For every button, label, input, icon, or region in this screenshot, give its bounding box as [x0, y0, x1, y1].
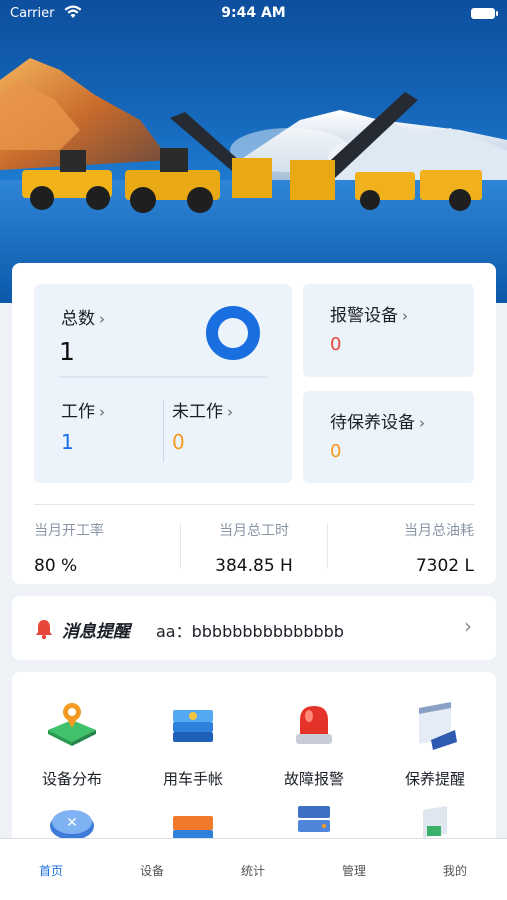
- working-value: 1: [61, 430, 74, 454]
- feature-label: 用车手帐: [162, 770, 223, 788]
- message-title: 消息提醒: [62, 622, 130, 642]
- battery-icon: [471, 8, 498, 19]
- alarm-device-panel[interactable]: 报警设备 › 0: [303, 284, 474, 377]
- feature-fault-alarm[interactable]: 故障报警: [254, 694, 374, 789]
- alarm-label: 报警设备: [330, 306, 398, 326]
- divider: [34, 504, 474, 505]
- map-location-icon: [48, 703, 96, 746]
- maintenance-value: 0: [330, 441, 342, 462]
- status-bar: Carrier 9:44 AM: [0, 0, 507, 30]
- metric-label: 当月总工时: [219, 523, 289, 539]
- books-icon: [173, 710, 213, 742]
- metric-value: 80 %: [34, 556, 78, 576]
- feature-label: 故障报警: [283, 770, 344, 788]
- metric-label: 当月开工率: [34, 523, 104, 539]
- metric-fuel: 当月总油耗 7302 L: [334, 520, 474, 576]
- chevron-right-icon: ›: [99, 403, 105, 421]
- idle-label: 未工作: [172, 402, 223, 422]
- hero-banner[interactable]: [0, 0, 507, 303]
- hero-illustration: [0, 58, 507, 303]
- tab-home[interactable]: 首页: [1, 862, 101, 879]
- maintenance-device-panel[interactable]: 待保养设备 › 0: [303, 391, 474, 483]
- device-stats-card: 总数 › 1 工作 › 1 未工作 › 0 报警设备 › 0 待保养设备 › 0 当月开工…: [12, 263, 496, 584]
- alarm-link[interactable]: 报警设备 ›: [330, 301, 408, 326]
- message-notice-bar[interactable]: 消息提醒 aa：bbbbbbbbbbbbbbb ›: [12, 596, 496, 660]
- total-link[interactable]: 总数 ›: [61, 304, 105, 329]
- tab-devices[interactable]: 设备: [102, 862, 202, 879]
- alarm-light-icon: [296, 706, 332, 744]
- idle-link[interactable]: 未工作 ›: [172, 397, 233, 422]
- total-label: 总数: [61, 309, 95, 329]
- message-text: aa：bbbbbbbbbbbbbbb: [156, 622, 344, 641]
- divider: [327, 523, 328, 569]
- chevron-right-icon: ›: [419, 414, 425, 432]
- feature-label: 设备分布: [41, 770, 102, 788]
- alarm-value: 0: [330, 334, 342, 355]
- maintenance-link[interactable]: 待保养设备 ›: [330, 408, 425, 433]
- feature-device-distribution[interactable]: 设备分布: [12, 694, 132, 789]
- maintenance-label: 待保养设备: [330, 413, 415, 433]
- feature-vehicle-log[interactable]: 用车手帐: [133, 694, 253, 789]
- metric-work-hours: 当月总工时 384.85 H: [184, 520, 324, 576]
- chevron-right-icon: ›: [99, 310, 105, 328]
- feature-label: 保养提醒: [404, 770, 465, 788]
- svg-text:✕: ✕: [66, 815, 78, 831]
- chevron-right-icon: ›: [227, 403, 233, 421]
- chevron-right-icon: ›: [402, 307, 408, 325]
- calendar-icon: [419, 702, 457, 750]
- working-link[interactable]: 工作 ›: [61, 397, 105, 422]
- feature-maintenance-reminder[interactable]: 保养提醒: [375, 694, 495, 789]
- divider: [163, 400, 164, 462]
- bell-icon: [36, 620, 52, 640]
- clock: 9:44 AM: [221, 5, 286, 21]
- device-summary-panel: 总数 › 1 工作 › 1 未工作 › 0: [34, 284, 292, 483]
- bottom-tab-bar: 首页 设备 统计 管理 我的: [0, 838, 507, 900]
- tab-management[interactable]: 管理: [304, 862, 404, 879]
- donut-chart-icon: [206, 306, 260, 360]
- metric-utilization: 当月开工率 80 %: [34, 520, 174, 576]
- chevron-right-icon[interactable]: ›: [464, 614, 472, 638]
- metric-value: 7302 L: [415, 556, 474, 576]
- tab-statistics[interactable]: 统计: [203, 862, 303, 879]
- divider: [180, 523, 181, 569]
- idle-value: 0: [172, 430, 185, 454]
- total-value: 1: [59, 337, 75, 366]
- working-label: 工作: [61, 402, 95, 422]
- tab-profile[interactable]: 我的: [405, 862, 505, 879]
- metric-value: 384.85 H: [215, 556, 293, 576]
- divider: [59, 376, 267, 378]
- metric-label: 当月总油耗: [404, 523, 474, 539]
